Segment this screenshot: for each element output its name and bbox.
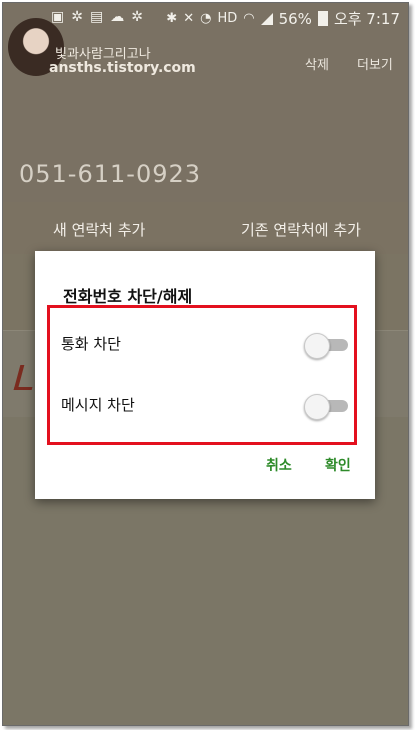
call-block-toggle[interactable] bbox=[304, 333, 350, 359]
watermark-url: ansths.tistory.com bbox=[49, 60, 196, 76]
bluetooth-icon: ✱ bbox=[166, 11, 178, 26]
phone-number: 051-611-0923 bbox=[19, 160, 202, 188]
settings-icon: ✲ bbox=[71, 9, 83, 25]
settings-icon: ✲ bbox=[131, 9, 143, 25]
message-block-label: 메시지 차단 bbox=[61, 396, 135, 414]
toggle-thumb[interactable] bbox=[304, 333, 330, 359]
alarm-icon: ◔ bbox=[200, 11, 212, 26]
more-button[interactable]: 더보기 bbox=[357, 54, 393, 73]
photo-icon: ▣ bbox=[51, 9, 65, 25]
hd-icon: HD bbox=[217, 11, 238, 26]
wifi-icon: ◠ bbox=[243, 11, 255, 26]
cancel-button[interactable]: 취소 bbox=[266, 455, 292, 475]
call-block-row[interactable]: 통화 차단 bbox=[49, 329, 349, 359]
highlight-box bbox=[47, 305, 357, 445]
dialog-title: 전화번호 차단/해제 bbox=[63, 287, 193, 306]
contact-actions-bar: 새 연락처 추가 기존 연락처에 추가 bbox=[3, 202, 408, 254]
mute-icon: ✕ bbox=[183, 11, 195, 26]
phone-screen: ▣ ✲ ▤ ☁ ✲ ✱ ✕ ◔ HD ◠ 56% 오후 7:17 빛과사람그리고… bbox=[2, 2, 409, 726]
status-bar: ▣ ✲ ▤ ☁ ✲ ✱ ✕ ◔ HD ◠ 56% 오후 7:17 bbox=[3, 3, 408, 33]
call-block-label: 통화 차단 bbox=[61, 335, 121, 353]
clock: 오후 7:17 bbox=[333, 10, 400, 28]
contact-header: ▣ ✲ ▤ ☁ ✲ ✱ ✕ ◔ HD ◠ 56% 오후 7:17 빛과사람그리고… bbox=[3, 3, 408, 202]
delete-button[interactable]: 삭제 bbox=[305, 54, 329, 73]
cloud-icon: ☁ bbox=[110, 9, 125, 25]
battery-percentage: 56% bbox=[278, 9, 312, 28]
signal-icon bbox=[260, 12, 273, 25]
status-right-icons: ✱ ✕ ◔ HD ◠ 56% 오후 7:17 bbox=[166, 8, 400, 29]
add-to-existing-contact-button[interactable]: 기존 연락처에 추가 bbox=[241, 219, 361, 240]
message-block-toggle[interactable] bbox=[304, 394, 350, 420]
ok-button[interactable]: 확인 bbox=[325, 455, 351, 475]
block-number-dialog: 전화번호 차단/해제 통화 차단 메시지 차단 취소 확인 bbox=[35, 251, 375, 499]
message-block-row[interactable]: 메시지 차단 bbox=[49, 390, 349, 420]
status-left-icons: ▣ ✲ ▤ ☁ ✲ bbox=[51, 9, 143, 25]
add-new-contact-button[interactable]: 새 연락처 추가 bbox=[53, 219, 145, 240]
battery-icon bbox=[317, 11, 328, 26]
toggle-thumb[interactable] bbox=[304, 394, 330, 420]
gift-icon: ▤ bbox=[89, 9, 104, 25]
